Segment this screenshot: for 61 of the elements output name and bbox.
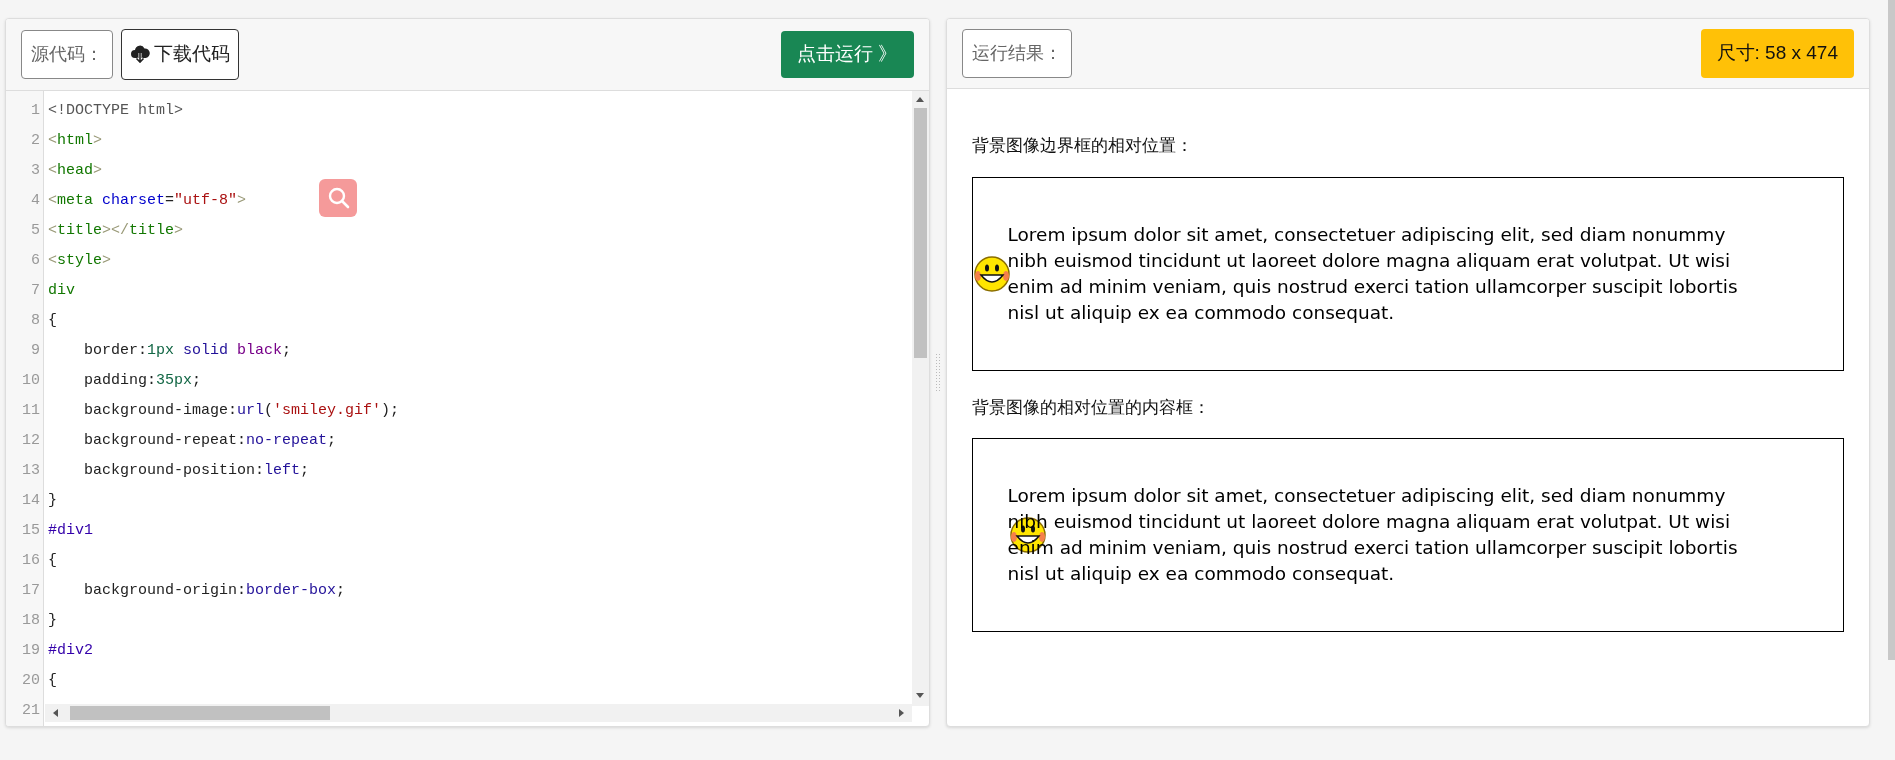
line-number: 3 <box>30 160 41 181</box>
code-line: background-image:url('smiley.gif'); <box>83 401 400 419</box>
line-number: 12 <box>21 430 41 451</box>
line-number: 7 <box>30 280 41 301</box>
section-heading: 背景图像边界框的相对位置： <box>971 134 1194 157</box>
lorem-paragraph: Lorem ipsum dolor sit amet, consectetuer adipiscing elit, sed diam nonummy nibh euismod tincidunt ut laoreet dolore magna aliquam erat volutpat. Ut wisi enim ad minim veniam, quis nostrud exerci tation ullamcorper suscipit lobortis nisl ut aliquip ex ea commodo consequat. <box>1007 222 1739 325</box>
scroll-right-arrow-icon <box>897 708 905 718</box>
code-line: <meta charset="utf-8"> <box>48 191 247 209</box>
size-badge: 尺寸: 58 x 474 <box>1700 29 1854 78</box>
line-number: 9 <box>30 340 41 361</box>
search-icon <box>326 186 350 209</box>
scroll-left-arrow-icon <box>52 708 59 718</box>
line-number: 17 <box>21 580 41 601</box>
code-line: } <box>48 491 57 509</box>
code-line: <!DOCTYPE html> <box>48 101 184 119</box>
code-line: <head> <box>48 161 103 179</box>
scrollbar-thumb[interactable] <box>70 706 330 720</box>
scroll-up-arrow-icon <box>914 95 925 103</box>
code-line: div <box>48 281 75 299</box>
code-line: background-position:left; <box>83 461 310 479</box>
line-number: 18 <box>21 610 41 631</box>
line-number: 6 <box>30 250 41 271</box>
code-line: <html> <box>48 131 103 149</box>
scroll-down-arrow-icon <box>914 692 925 699</box>
line-number: 10 <box>21 370 41 391</box>
code-line: <title></title> <box>48 221 184 239</box>
line-number: 1 <box>30 100 41 121</box>
code-line: <style> <box>48 251 112 269</box>
code-line: } <box>48 611 57 629</box>
page-scrollbar[interactable] <box>1888 0 1895 660</box>
code-line: { <box>48 311 57 329</box>
code-line: background-repeat:no-repeat; <box>83 431 337 449</box>
code-line: padding:35px; <box>83 371 202 389</box>
code-line: #div2 <box>48 641 93 659</box>
code-line: #div1 <box>48 521 93 539</box>
line-number: 16 <box>21 550 41 571</box>
line-number: 14 <box>21 490 41 511</box>
run-button[interactable]: 点击运行 》 <box>781 31 914 78</box>
line-number: 4 <box>30 190 41 211</box>
horizontal-scrollbar[interactable] <box>45 704 912 722</box>
code-line: background-origin:border-box; <box>83 581 346 599</box>
line-number: 13 <box>21 460 41 481</box>
source-code-label[interactable]: 源代码： <box>21 29 113 79</box>
line-number: 8 <box>30 310 41 331</box>
code-line: { <box>48 671 57 689</box>
vertical-scrollbar[interactable] <box>911 90 929 706</box>
line-number: 19 <box>21 640 41 661</box>
download-code-button[interactable]: 下载代码 <box>121 29 239 80</box>
result-label[interactable]: 运行结果： <box>961 29 1072 78</box>
line-number: 15 <box>21 520 41 541</box>
line-number: 5 <box>30 220 41 241</box>
scrollbar-thumb[interactable] <box>913 107 927 358</box>
line-number: 2 <box>30 130 41 151</box>
line-number: 11 <box>21 400 41 421</box>
cloud-download-icon <box>130 44 150 64</box>
section-heading: 背景图像的相对位置的内容框： <box>971 395 1211 419</box>
search-button[interactable] <box>319 178 357 217</box>
code-line: border:1px solid black; <box>83 341 292 359</box>
line-number: 20 <box>21 670 41 691</box>
line-number: 21 <box>21 700 41 721</box>
code-line: { <box>48 551 57 569</box>
